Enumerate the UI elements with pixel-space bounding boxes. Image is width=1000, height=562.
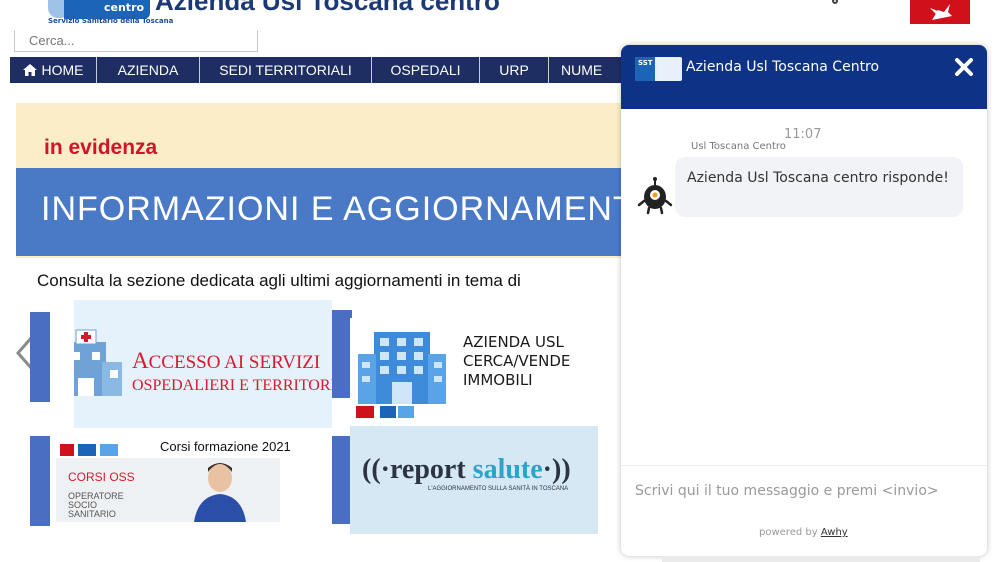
home-icon [22, 64, 37, 76]
powered-by: powered by Awhy [759, 527, 848, 538]
nav-item-ospedali[interactable]: OSPEDALI [372, 57, 480, 83]
nav-label-azienda: AZIENDA [117, 62, 179, 78]
tile-accent-bar [332, 436, 352, 524]
chat-logo-text: SST [638, 59, 653, 67]
tile-accent-bar [30, 312, 50, 402]
pegasus-icon [930, 4, 952, 20]
info-banner-title: INFORMAZIONI E AGGIORNAMENTI [41, 190, 636, 228]
tile-accesso-servizi[interactable]: ACCESSO AI SERVIZI OSPEDALIERI E TERRITO… [74, 300, 332, 428]
chat-title: Azienda Usl Toscana Centro [686, 59, 880, 75]
tile-corsi-oss-label: CORSI OSS [68, 470, 135, 484]
chat-logo: SST [635, 57, 682, 81]
tile-immobili[interactable]: AZIENDA USL CERCA/VENDE IMMOBILI [350, 318, 620, 426]
powered-by-label: powered by [759, 527, 818, 538]
logo-word: centro [104, 1, 145, 14]
tile-report-hl: salute [472, 454, 543, 485]
tile-accesso-rest: CCESSO AI SERVIZI [148, 352, 321, 373]
partner-logos-icon [60, 444, 118, 456]
nav-label-sedi: SEDI TERRITORIALI [219, 62, 352, 78]
header-dot-icon [832, 0, 838, 4]
nav-item-urp[interactable]: URP [480, 57, 549, 83]
tile-report-salute[interactable]: ((·report salute·)) L'AGGIORNAMENTO SULL… [350, 426, 598, 534]
chat-message-bubble: Azienda Usl Toscana centro risponde! [675, 157, 963, 217]
tile-corsi-oss[interactable]: Corsi formazione 2021 CORSI OSS OPERATOR… [50, 436, 330, 526]
site-title: Azienda Usl Toscana centro [155, 0, 500, 16]
regione-toscana-logo[interactable] [910, 0, 970, 24]
evidence-heading: in evidenza [44, 136, 158, 159]
chat-widget: SST Azienda Usl Toscana Centro 11:07 Usl… [621, 45, 987, 556]
tile-corsi-photo: CORSI OSS OPERATORE SOCIO SANITARIO [56, 458, 280, 522]
bot-avatar-icon [637, 177, 673, 215]
nav-item-home[interactable]: HOME [10, 57, 97, 83]
chat-timestamp: 11:07 [784, 127, 822, 142]
tile-accesso-subtitle: OSPEDALIERI E TERRITORIALI [132, 377, 332, 394]
main-nav: HOME AZIENDA SEDI TERRITORIALI OSPEDALI … [10, 57, 650, 83]
chat-sender: Usl Toscana Centro [691, 141, 786, 152]
chat-header: SST Azienda Usl Toscana Centro [621, 45, 987, 109]
tile-report-b: ·)) [542, 454, 571, 485]
office-building-icon [358, 332, 446, 404]
chat-divider [621, 465, 987, 466]
tile-corsi-operatore: OPERATORE SOCIO SANITARIO [68, 492, 124, 519]
sst-logo-icon [380, 406, 414, 418]
logo-subtitle: Servizio Sanitario della Toscana [48, 17, 174, 25]
hospital-building-icon [74, 329, 122, 396]
tile-report-subtitle: L'AGGIORNAMENTO SULLA SANITÀ IN TOSCANA [428, 486, 569, 492]
tile-accent-bar [332, 310, 352, 398]
tile-report-title: ((·report salute·)) [362, 454, 571, 486]
nav-item-azienda[interactable]: AZIENDA [97, 57, 200, 83]
tile-corsi-op3: SANITARIO [68, 509, 116, 519]
awhy-link[interactable]: Awhy [821, 527, 848, 538]
info-banner[interactable]: INFORMAZIONI E AGGIORNAMENTI [16, 168, 636, 256]
search-input[interactable] [14, 30, 258, 52]
tile-accesso-initial: A [132, 348, 149, 373]
partner-logos [356, 406, 414, 418]
close-icon[interactable] [951, 54, 977, 80]
tile-immobili-line3: IMMOBILI [463, 371, 533, 389]
nav-label-urp: URP [499, 62, 529, 78]
tile-accesso-title: ACCESSO AI SERVIZI [132, 348, 320, 374]
tile-accent-bar [30, 436, 50, 526]
tile-immobili-line1: AZIENDA USL [463, 333, 564, 351]
nav-label-numeri: NUME [561, 62, 603, 78]
tile-report-a: ((·report [362, 454, 473, 485]
usl-logo[interactable]: centro Servizio Sanitario della Toscana [24, 0, 173, 26]
consult-text: Consulta la sezione dedicata agli ultimi… [37, 271, 521, 290]
tile-corsi-title: Corsi formazione 2021 [160, 439, 291, 454]
tile-immobili-text: AZIENDA USL CERCA/VENDE IMMOBILI [463, 333, 570, 390]
nav-label-home: HOME [41, 62, 84, 78]
tile-immobili-line2: CERCA/VENDE [463, 352, 571, 370]
nav-label-ospedali: OSPEDALI [390, 62, 461, 78]
regione-logo-icon [356, 406, 374, 418]
page-footer-strip [662, 556, 980, 562]
chat-message-input[interactable] [635, 473, 973, 509]
nav-item-sedi-territoriali[interactable]: SEDI TERRITORIALI [200, 57, 372, 83]
nurse-photo-icon [194, 463, 246, 522]
